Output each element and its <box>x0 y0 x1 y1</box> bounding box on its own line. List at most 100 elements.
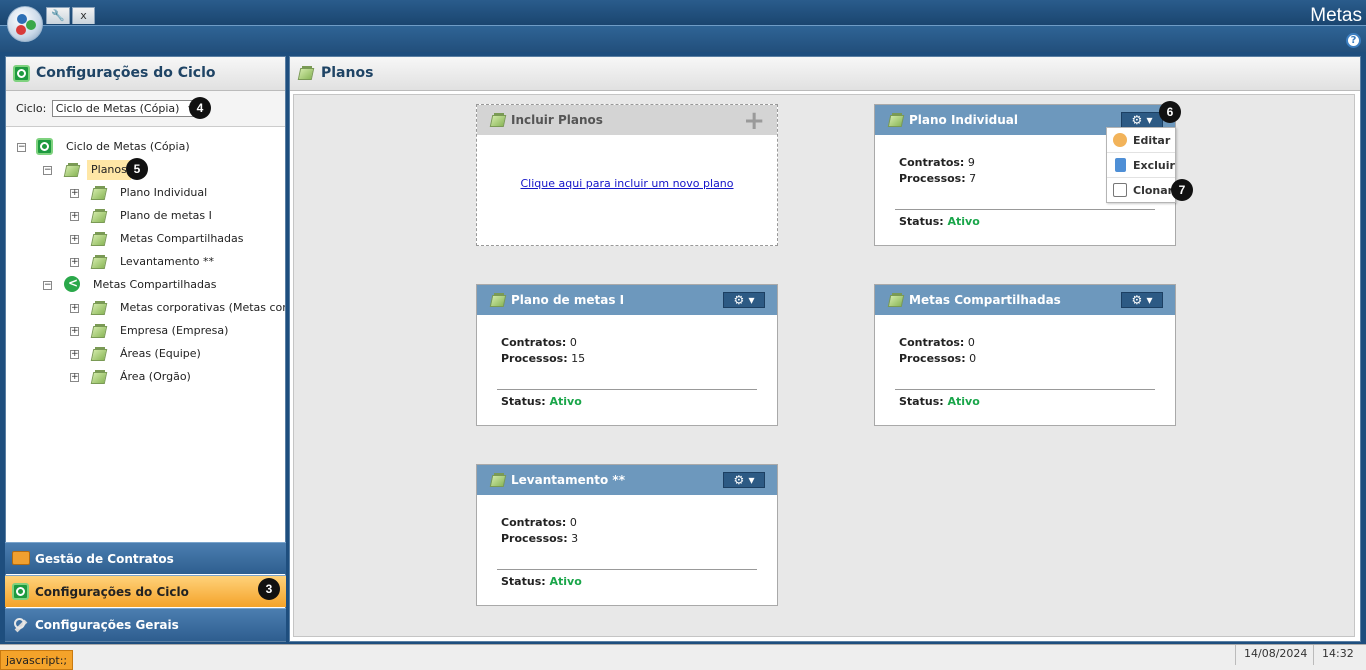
collapse-icon[interactable]: − <box>43 166 52 175</box>
nav-gestao-contratos[interactable]: Gestão de Contratos <box>5 542 286 574</box>
expand-icon[interactable]: + <box>70 212 79 221</box>
nav-configuracoes-gerais[interactable]: Configurações Gerais <box>5 608 286 641</box>
contracts-label: Contratos: <box>899 156 965 169</box>
expand-icon[interactable]: + <box>70 373 79 382</box>
status-badge: Ativo <box>947 215 980 228</box>
status-row: Status: Ativo <box>501 575 582 588</box>
tree-node-meta[interactable]: Áreas (Equipe) <box>120 344 201 364</box>
menu-item-excluir[interactable]: Excluir <box>1107 153 1175 178</box>
plan-icon <box>91 347 107 361</box>
left-panel-header: Configurações do Ciclo <box>6 57 285 91</box>
status-label: Status: <box>501 575 546 588</box>
tools-button[interactable]: 🔧 <box>46 7 70 24</box>
gear-menu-button[interactable]: ⚙ ▾ <box>1121 112 1163 128</box>
tree-node-root[interactable]: Ciclo de Metas (Cópia) <box>66 137 190 157</box>
processes-value: 15 <box>571 352 586 365</box>
plan-card: Metas Compartilhadas ⚙ ▾ Contratos: 0 Pr… <box>874 284 1176 426</box>
card-divider <box>497 389 757 390</box>
plan-icon <box>64 163 80 177</box>
gear-dropdown-menu: Editar Excluir Clonar <box>1106 127 1176 203</box>
link-tooltip: javascript:; <box>0 650 74 670</box>
plan-icon <box>490 113 506 127</box>
gear-menu-button[interactable]: ⚙ ▾ <box>723 472 765 488</box>
expand-icon[interactable]: + <box>70 235 79 244</box>
tree-node-meta[interactable]: Metas corporativas (Metas corpora <box>120 298 285 318</box>
tree-node-meta[interactable]: Empresa (Empresa) <box>120 321 228 341</box>
plan-card-title: Levantamento ** <box>511 473 625 487</box>
add-plan-link[interactable]: Clique aqui para incluir um novo plano <box>477 177 777 190</box>
main-panel-header: Planos <box>290 57 1360 91</box>
edit-user-icon <box>1113 133 1127 147</box>
processes-label: Processos: <box>501 352 568 365</box>
cycle-select[interactable]: Ciclo de Metas (Cópia) <box>51 98 200 117</box>
plan-icon <box>91 232 107 246</box>
cycle-icon <box>36 138 53 155</box>
status-row: Status: Ativo <box>899 215 980 228</box>
plan-icon <box>91 255 107 269</box>
gear-menu-button[interactable]: ⚙ ▾ <box>1121 292 1163 308</box>
tree-node-plan[interactable]: Plano Individual <box>120 183 207 203</box>
status-label: Status: <box>501 395 546 408</box>
sub-bar <box>0 26 1366 52</box>
contracts-icon <box>12 551 30 565</box>
contracts-value: 0 <box>967 336 975 349</box>
plan-icon <box>91 370 107 384</box>
tree-node-plan[interactable]: Metas Compartilhadas <box>120 229 244 249</box>
nav-configuracoes-ciclo[interactable]: Configurações do Ciclo <box>5 575 286 607</box>
menu-item-clonar[interactable]: Clonar <box>1107 178 1175 203</box>
contracts-label: Contratos: <box>899 336 965 349</box>
tree-node-plan[interactable]: Levantamento ** <box>120 252 214 272</box>
app-logo-icon[interactable] <box>7 6 43 42</box>
close-tab-button[interactable]: x <box>72 7 95 24</box>
plan-icon <box>91 209 107 223</box>
expand-icon[interactable]: + <box>70 304 79 313</box>
plan-icon <box>298 66 314 80</box>
menu-item-editar[interactable]: Editar <box>1107 128 1175 153</box>
plan-card-title: Plano Individual <box>909 113 1018 127</box>
nav-label: Configurações do Ciclo <box>35 585 189 599</box>
expand-icon[interactable]: + <box>70 350 79 359</box>
contracts-value: 9 <box>967 156 975 169</box>
plan-icon <box>888 113 904 127</box>
plan-icon <box>490 293 506 307</box>
status-bar: 14/08/2024 14:32 <box>0 644 1366 670</box>
cycle-tree: − Ciclo de Metas (Cópia) − Planos + Plan… <box>6 127 285 527</box>
collapse-icon[interactable]: − <box>17 143 26 152</box>
menu-item-label: Excluir <box>1133 159 1175 172</box>
contracts-label: Contratos: <box>501 516 567 529</box>
help-icon[interactable]: ? <box>1346 33 1361 48</box>
menu-item-label: Editar <box>1133 134 1171 147</box>
gear-menu-button[interactable]: ⚙ ▾ <box>723 292 765 308</box>
tree-node-metas[interactable]: Metas Compartilhadas <box>93 275 217 295</box>
expand-icon[interactable]: + <box>70 189 79 198</box>
add-plan-header: Incluir Planos + <box>477 105 777 136</box>
contracts-value: 0 <box>569 336 577 349</box>
plan-card: Levantamento ** ⚙ ▾ Contratos: 0 Process… <box>476 464 778 606</box>
plan-card-title: Plano de metas I <box>511 293 625 307</box>
contracts-value: 0 <box>569 516 577 529</box>
plus-icon[interactable]: + <box>743 106 765 136</box>
status-row: Status: Ativo <box>501 395 582 408</box>
processes-label: Processos: <box>501 532 568 545</box>
status-badge: Ativo <box>947 395 980 408</box>
tree-node-plan[interactable]: Plano de metas I <box>120 206 212 226</box>
callout-badge: 5 <box>126 158 148 180</box>
expand-icon[interactable]: + <box>70 327 79 336</box>
title-bar <box>0 0 1366 26</box>
tree-node-planos[interactable]: Planos <box>87 160 131 180</box>
nav-label: Gestão de Contratos <box>35 552 174 566</box>
tree-node-meta[interactable]: Área (Orgão) <box>120 367 191 387</box>
processes-value: 3 <box>571 532 579 545</box>
status-date: 14/08/2024 <box>1235 645 1315 665</box>
plan-card-header: Levantamento ** ⚙ ▾ <box>477 465 777 495</box>
plan-icon <box>91 301 107 315</box>
nav-label: Configurações Gerais <box>35 618 179 632</box>
plan-card-title: Metas Compartilhadas <box>909 293 1061 307</box>
cycle-selector-row: Ciclo: Ciclo de Metas (Cópia) <box>6 91 285 127</box>
plan-card: Plano de metas I ⚙ ▾ Contratos: 0 Proces… <box>476 284 778 426</box>
processes-value: 0 <box>969 352 977 365</box>
add-plan-title: Incluir Planos <box>511 113 603 127</box>
expand-icon[interactable]: + <box>70 258 79 267</box>
collapse-icon[interactable]: − <box>43 281 52 290</box>
copy-icon <box>1113 183 1127 197</box>
